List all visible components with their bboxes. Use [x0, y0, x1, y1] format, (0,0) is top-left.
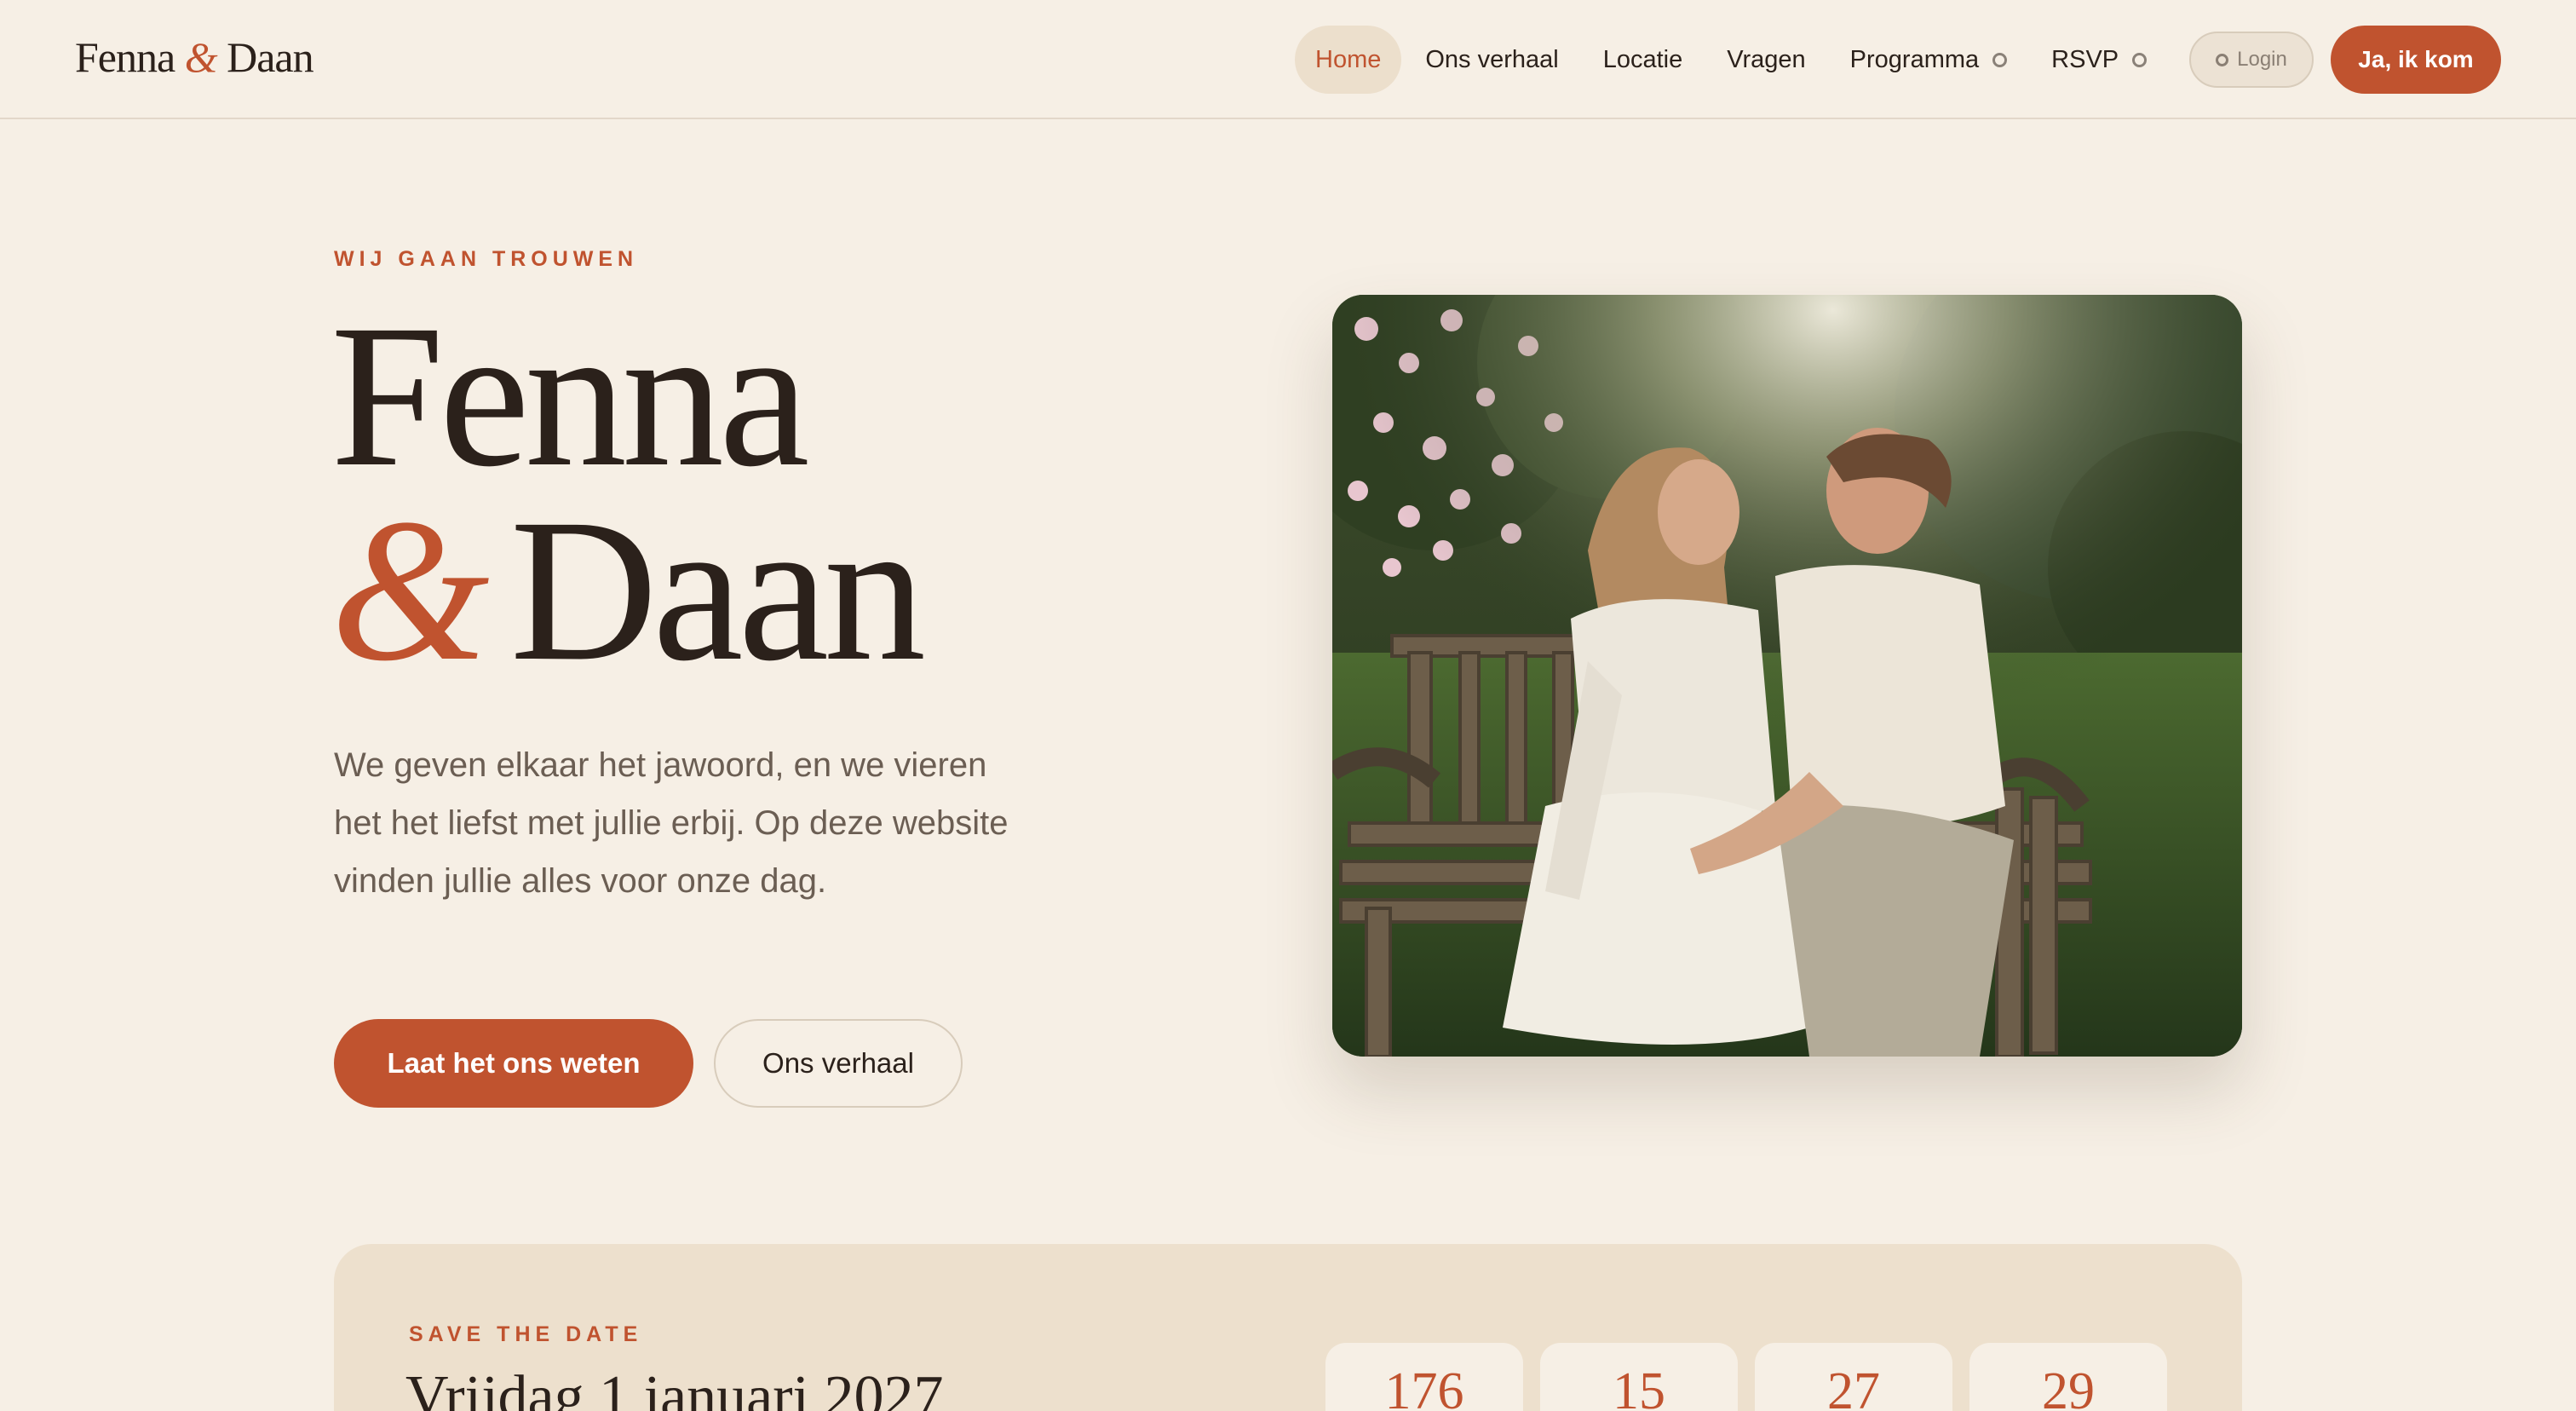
our-story-button[interactable]: Ons verhaal — [714, 1019, 963, 1108]
countdown-hours: 15 — [1540, 1343, 1738, 1411]
locked-dot-icon — [1992, 52, 2008, 67]
top-navigation: Fenna & Daan Home Ons verhaal Locatie Vr… — [0, 0, 2576, 119]
hero-name-line-2: & Daan — [331, 487, 926, 692]
countdown-value: 15 — [1613, 1362, 1665, 1411]
brand-logo[interactable]: Fenna & Daan — [75, 32, 314, 82]
nav-item-ons-verhaal[interactable]: Ons verhaal — [1405, 26, 1578, 94]
login-label: Login — [2237, 48, 2287, 71]
countdown-value: 29 — [2042, 1362, 2095, 1411]
hero-name-second: Daan — [509, 476, 926, 703]
countdown-seconds: 29 — [1969, 1343, 2167, 1411]
nav-item-label: Home — [1315, 45, 1382, 73]
save-the-date-card: SAVE THE DATE Vrijdag 1 januari 2027 176… — [334, 1244, 2242, 1411]
nav-item-label: Ons verhaal — [1425, 45, 1559, 73]
rsvp-cta-button[interactable]: Ja, ik kom — [2331, 26, 2501, 94]
cta-label: Ja, ik kom — [2358, 46, 2474, 72]
nav-item-programma[interactable]: Programma — [1830, 26, 2028, 94]
nav-item-label: Vragen — [1727, 45, 1806, 73]
wedding-date: Vrijdag 1 januari 2027 — [405, 1364, 944, 1411]
countdown-days: 176 — [1325, 1343, 1523, 1411]
nav-item-rsvp[interactable]: RSVP — [2031, 26, 2167, 94]
hero-ampersand: & — [331, 476, 490, 703]
hero-name-first: Fenna — [331, 282, 810, 509]
brand-ampersand: & — [184, 33, 218, 81]
hero-title: Fenna & Daan — [331, 293, 926, 692]
nav-item-label: Programma — [1849, 45, 1980, 73]
nav-item-label: Locatie — [1602, 45, 1683, 73]
couple-photo-illustration — [1332, 295, 2242, 1057]
nav-item-locatie[interactable]: Locatie — [1583, 26, 1704, 94]
nav-item-home[interactable]: Home — [1295, 26, 1402, 94]
brand-first-name: Fenna — [75, 33, 175, 81]
couple-photo — [1332, 295, 2242, 1057]
hero-name-line-1: Fenna — [331, 293, 921, 498]
save-the-date-eyebrow: SAVE THE DATE — [409, 1322, 643, 1346]
status-dot-icon — [2216, 53, 2229, 66]
nav-links: Home Ons verhaal Locatie Vragen Programm… — [1295, 26, 2171, 94]
countdown-value: 27 — [1827, 1362, 1880, 1411]
nav-item-vragen[interactable]: Vragen — [1706, 26, 1826, 94]
login-button[interactable]: Login — [2189, 32, 2314, 88]
locked-dot-icon — [2132, 52, 2148, 67]
primary-button-label: Laat het ons weten — [387, 1047, 641, 1079]
brand-second-name: Daan — [227, 33, 313, 81]
nav-item-label: RSVP — [2051, 45, 2119, 73]
secondary-button-label: Ons verhaal — [762, 1047, 914, 1079]
let-us-know-button[interactable]: Laat het ons weten — [334, 1019, 693, 1108]
hero-intro-text: We geven elkaar het jawoord, en we viere… — [334, 746, 1009, 900]
hero-eyebrow: WIJ GAAN TROUWEN — [334, 247, 639, 271]
countdown-minutes: 27 — [1755, 1343, 1952, 1411]
countdown-value: 176 — [1384, 1362, 1464, 1411]
